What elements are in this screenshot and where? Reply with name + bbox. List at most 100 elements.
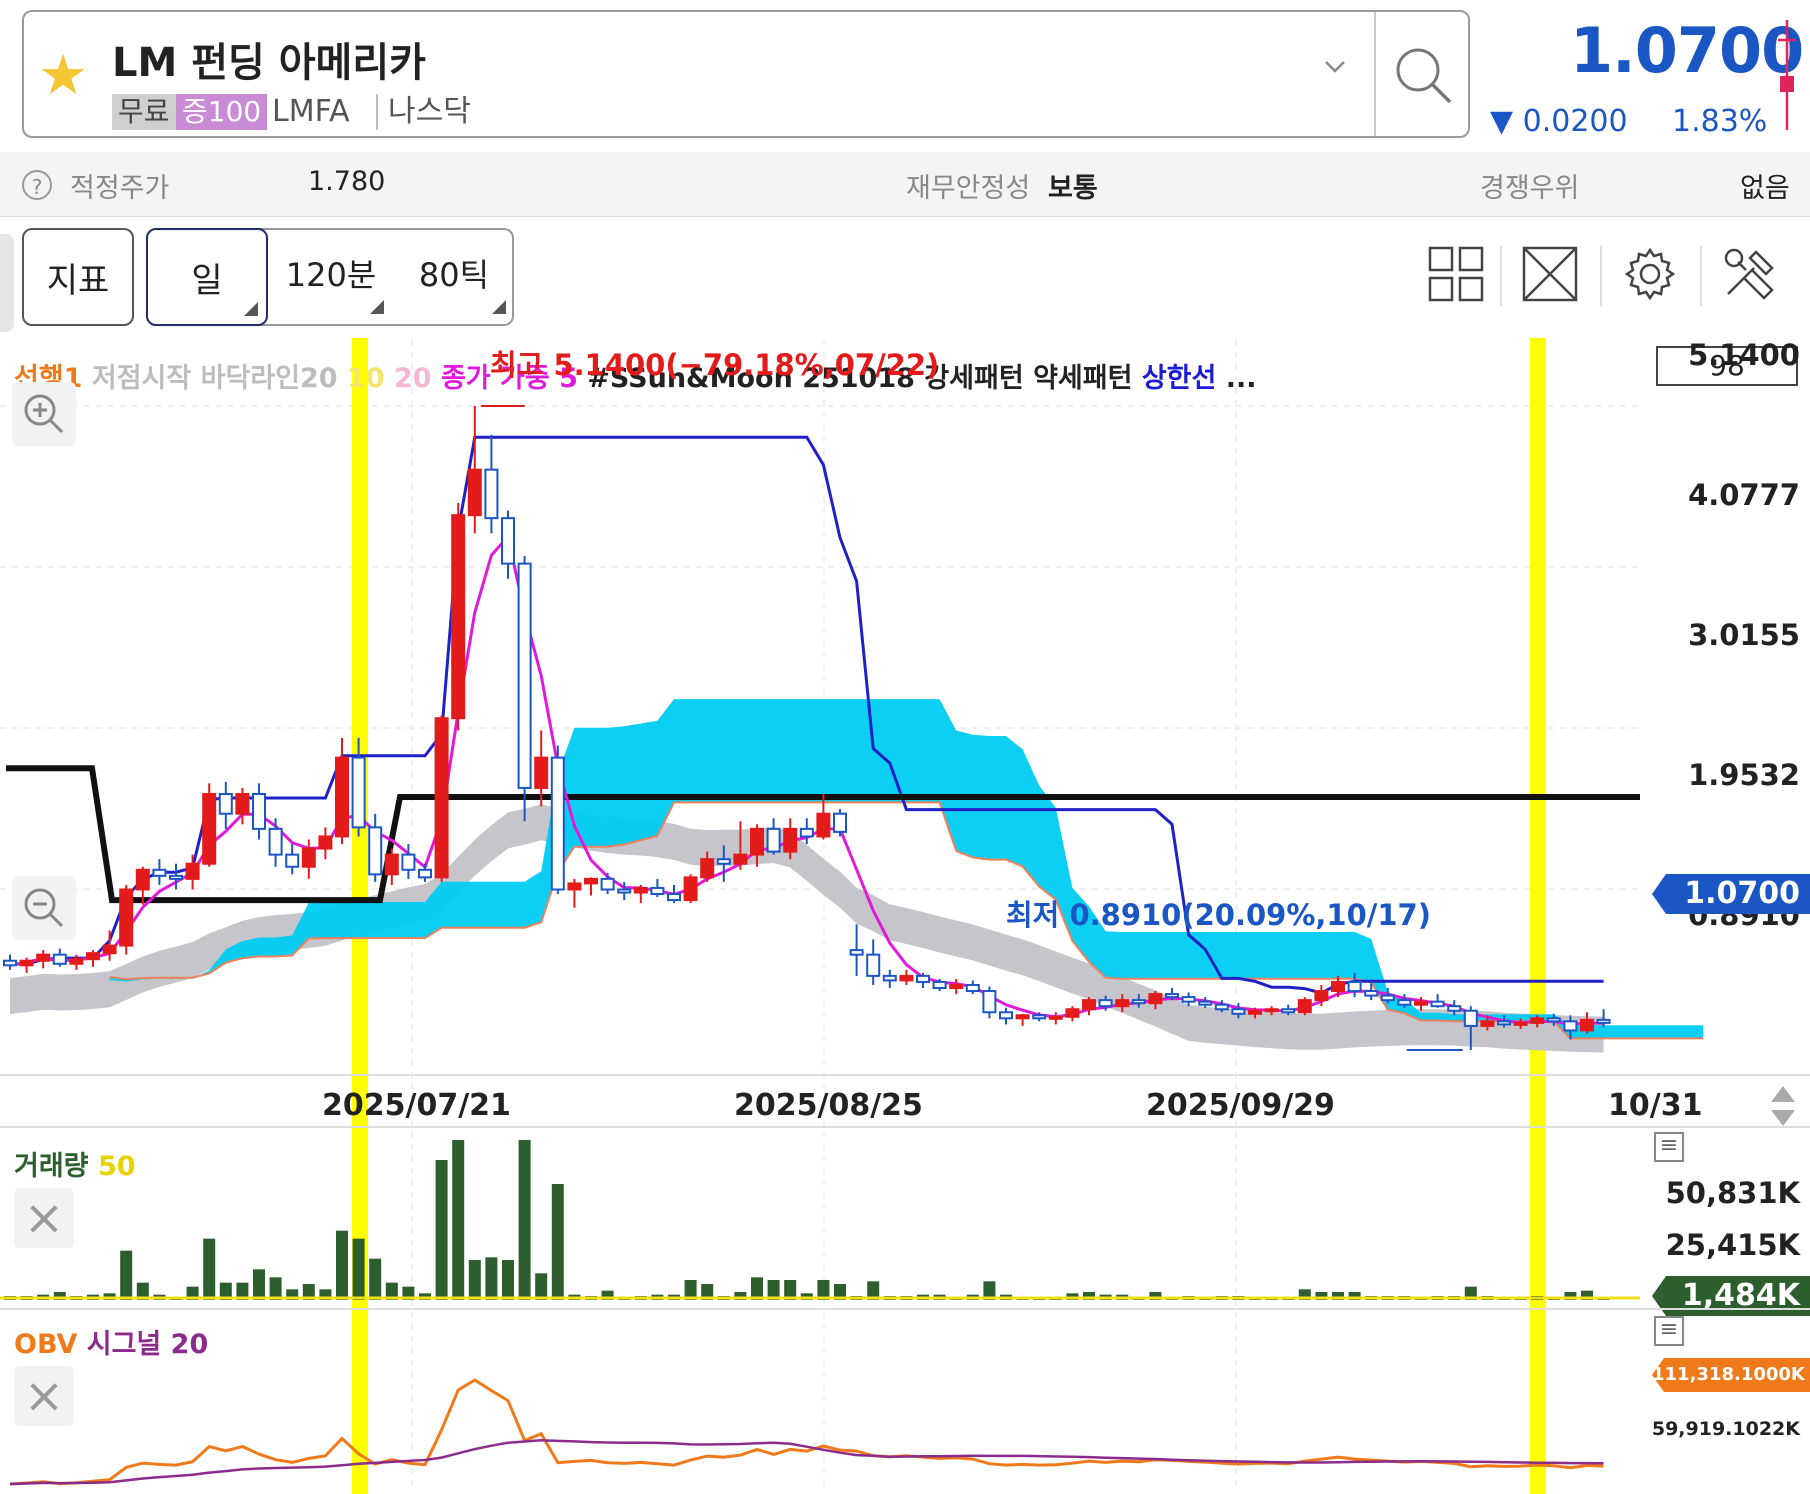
volume-bar bbox=[435, 1160, 448, 1300]
favorite-star-icon[interactable]: ★ bbox=[38, 48, 88, 104]
period-120m-label: 120분 bbox=[285, 256, 377, 294]
stability-value: 보통 bbox=[1048, 173, 1098, 204]
candle-body bbox=[451, 514, 466, 720]
volume-menu-icon[interactable]: ≡ bbox=[1654, 1132, 1684, 1162]
candle-body bbox=[484, 468, 499, 520]
search-icon[interactable] bbox=[1388, 40, 1460, 112]
volume-bar bbox=[535, 1273, 548, 1300]
candle-body bbox=[617, 888, 632, 894]
expand-icon[interactable] bbox=[1520, 244, 1580, 304]
volume-bar bbox=[352, 1238, 365, 1300]
candle-body bbox=[467, 468, 482, 517]
volume-title: 거래량 50 bbox=[14, 1151, 136, 1182]
candle-body bbox=[202, 793, 217, 865]
chevron-down-icon[interactable] bbox=[1318, 50, 1352, 84]
zoom-out-icon[interactable] bbox=[12, 876, 76, 940]
candle-body bbox=[600, 877, 615, 891]
candle-body bbox=[169, 874, 183, 880]
close-volume-icon[interactable]: × bbox=[14, 1188, 74, 1248]
candle-body bbox=[1115, 999, 1130, 1008]
candle-body bbox=[816, 812, 831, 838]
margin-badge: 증100 bbox=[176, 94, 268, 130]
candle-body bbox=[1214, 1003, 1229, 1011]
fair-price-label: 적정주가 bbox=[70, 173, 170, 204]
legend-item: 저점시작 바닥라인20 bbox=[91, 363, 338, 394]
candle-body bbox=[218, 793, 233, 815]
candle-body bbox=[849, 949, 864, 956]
x-tick-label: 10/31 bbox=[1608, 1088, 1703, 1123]
fair-price-value: 1.780 bbox=[308, 166, 386, 197]
candle-body bbox=[932, 980, 947, 990]
candle-body bbox=[1165, 993, 1179, 999]
panel-divider bbox=[0, 1308, 1810, 1310]
price-change-percent: 1.83% bbox=[1672, 104, 1768, 139]
gear-icon[interactable] bbox=[1620, 244, 1680, 304]
candle-body bbox=[1380, 994, 1395, 1002]
candle-body bbox=[1480, 1020, 1495, 1027]
divider bbox=[1600, 246, 1602, 306]
candle-body bbox=[1231, 1008, 1246, 1015]
obv-last-tag: 111,318.1000K bbox=[1652, 1358, 1810, 1392]
candle-body bbox=[368, 826, 383, 876]
candle-body bbox=[965, 983, 980, 993]
candle-body bbox=[1181, 996, 1196, 1003]
obv-menu-icon[interactable]: ≡ bbox=[1654, 1316, 1684, 1346]
chart-area[interactable]: 선행1 저점시작 바닥라인20 10 20 종가 가중 5 #SSun&Moon… bbox=[0, 336, 1810, 1494]
volume-bar bbox=[120, 1250, 133, 1300]
volume-bar bbox=[502, 1260, 514, 1300]
candle-body bbox=[285, 853, 300, 868]
candle-body bbox=[1530, 1017, 1545, 1024]
obv-signal-line bbox=[9, 1438, 1604, 1486]
free-badge: 무료 bbox=[112, 94, 176, 130]
legend-item: 상한선 bbox=[1141, 363, 1217, 394]
period-120m-button[interactable]: 120분 bbox=[268, 250, 394, 314]
candle-body bbox=[1248, 1009, 1262, 1015]
x-tick-label: 2025/07/21 bbox=[322, 1088, 511, 1123]
candle-body bbox=[1048, 1015, 1063, 1020]
candle-body bbox=[799, 827, 814, 838]
grid-icon[interactable] bbox=[1426, 244, 1486, 304]
indicator-button[interactable]: 지표 bbox=[22, 228, 134, 326]
candle-body bbox=[1497, 1020, 1511, 1026]
candle-body bbox=[866, 953, 881, 977]
candle-body bbox=[36, 953, 51, 962]
candle-body bbox=[584, 877, 598, 885]
candle-body bbox=[949, 983, 964, 990]
competitive-label: 경쟁우위 bbox=[1480, 173, 1580, 204]
volume-bar bbox=[253, 1269, 265, 1300]
candle-body bbox=[982, 990, 997, 1014]
candle-body bbox=[750, 827, 764, 856]
candle-body bbox=[86, 952, 100, 961]
candle-body bbox=[69, 958, 84, 965]
candle-body bbox=[135, 868, 150, 891]
candle-body bbox=[351, 756, 366, 829]
close-obv-icon[interactable]: × bbox=[14, 1366, 74, 1426]
candle-body bbox=[3, 959, 17, 967]
current-price: 1.0700 bbox=[1570, 14, 1804, 87]
candle-body bbox=[1447, 1005, 1462, 1012]
volume-bar bbox=[203, 1238, 216, 1300]
candle-body bbox=[1364, 990, 1379, 997]
zoom-in-icon[interactable] bbox=[12, 382, 76, 446]
candle-body bbox=[916, 974, 930, 983]
candle-body bbox=[1264, 1008, 1279, 1013]
candle-body bbox=[1397, 999, 1412, 1006]
candle-body bbox=[1513, 1021, 1528, 1026]
scroll-arrows-icon[interactable] bbox=[1768, 1082, 1798, 1130]
candle-body bbox=[1082, 999, 1096, 1011]
tools-icon[interactable] bbox=[1720, 244, 1780, 304]
side-drawer-handle[interactable] bbox=[0, 234, 14, 332]
help-icon[interactable]: ? bbox=[22, 170, 52, 200]
volume-bar bbox=[452, 1140, 465, 1300]
period-day-label: 일 bbox=[191, 260, 223, 301]
period-80tick-button[interactable]: 80틱 bbox=[394, 250, 514, 314]
candle-body bbox=[667, 893, 681, 902]
volume-bar bbox=[369, 1258, 382, 1300]
ticker-symbol: LMFA bbox=[272, 94, 350, 129]
panel-divider bbox=[0, 1126, 1810, 1128]
candle-body bbox=[882, 974, 897, 982]
period-day-button[interactable]: 일 bbox=[146, 228, 268, 326]
candle-body bbox=[1015, 1014, 1030, 1020]
candle-body bbox=[1596, 1018, 1611, 1024]
candle-body bbox=[301, 847, 316, 868]
